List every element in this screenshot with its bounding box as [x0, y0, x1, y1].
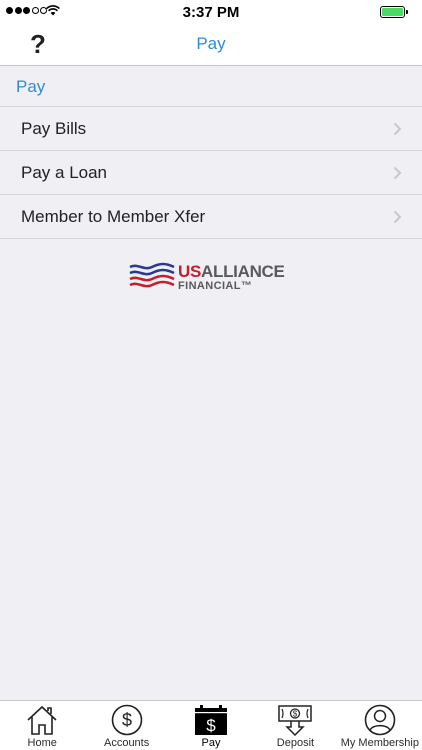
- menu-item-pay-bills[interactable]: Pay Bills: [0, 107, 422, 151]
- tab-my-membership[interactable]: My Membership: [338, 701, 422, 750]
- deposit-check-icon: $: [278, 705, 313, 736]
- user-circle-icon: [364, 704, 396, 736]
- pay-menu-list: Pay Bills Pay a Loan Member to Member Xf…: [0, 106, 422, 239]
- flag-stripes-icon: [129, 262, 175, 288]
- tab-label: Deposit: [276, 737, 315, 749]
- pay-calendar-icon: $: [195, 705, 228, 735]
- section-header: Pay: [16, 77, 46, 96]
- page-title: Pay: [196, 34, 226, 53]
- menu-item-member-to-member-xfer[interactable]: Member to Member Xfer: [0, 195, 422, 239]
- menu-item-label: Pay Bills: [21, 118, 87, 138]
- tab-home[interactable]: Home: [0, 701, 84, 750]
- tab-label: Accounts: [103, 737, 150, 749]
- logo-alliance-text: ALLIANCE: [201, 261, 285, 281]
- tab-label: Home: [27, 737, 57, 749]
- logo-us-text: US: [178, 261, 202, 281]
- chevron-right-icon: [393, 166, 402, 180]
- svg-text:$: $: [122, 710, 132, 730]
- status-bar: 3:37 PM: [0, 0, 422, 24]
- battery-icon: [380, 6, 408, 18]
- menu-item-label: Pay a Loan: [21, 162, 108, 182]
- status-time: 3:37 PM: [182, 4, 240, 21]
- usalliance-logo: USALLIANCE FINANCIAL™: [128, 260, 294, 294]
- svg-text:$: $: [293, 710, 298, 719]
- menu-item-label: Member to Member Xfer: [21, 206, 206, 226]
- chevron-right-icon: [393, 210, 402, 224]
- menu-item-pay-a-loan[interactable]: Pay a Loan: [0, 151, 422, 195]
- svg-text:$: $: [206, 716, 216, 735]
- dollar-circle-icon: $: [111, 704, 142, 736]
- tab-label: My Membership: [340, 737, 419, 749]
- home-icon: [27, 705, 57, 735]
- tab-label: Pay: [201, 737, 221, 749]
- tab-accounts[interactable]: $ Accounts: [84, 701, 168, 750]
- chevron-right-icon: [393, 122, 402, 136]
- navigation-bar: ? Pay: [0, 24, 422, 66]
- tab-bar: Home $ Accounts $ Pay $ Deposit My Membe…: [0, 700, 422, 750]
- tab-pay[interactable]: $ Pay: [169, 701, 253, 750]
- logo-financial-text: FINANCIAL™: [178, 279, 253, 292]
- tab-deposit[interactable]: $ Deposit: [253, 701, 337, 750]
